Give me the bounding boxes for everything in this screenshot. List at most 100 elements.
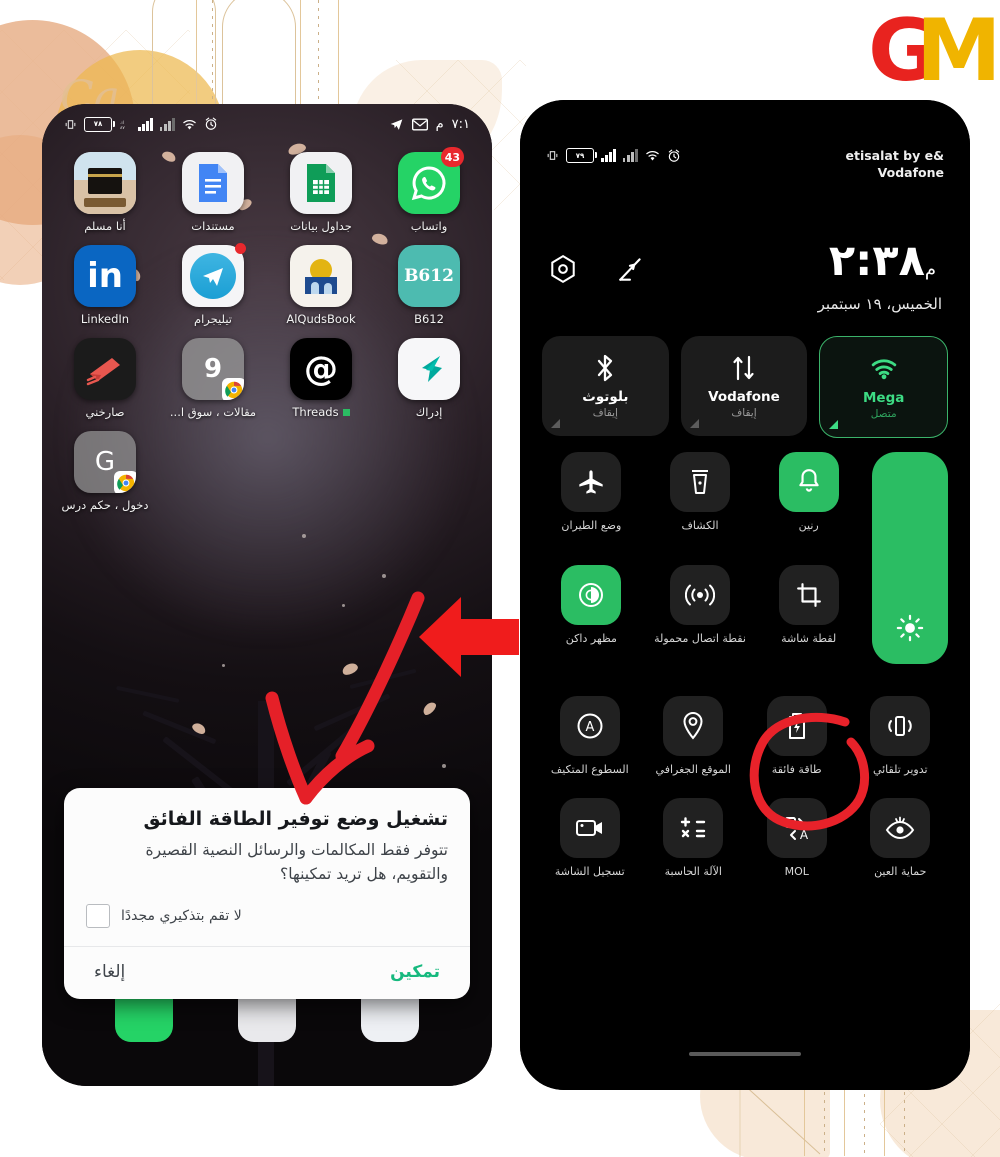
app-label: صارخني (85, 405, 125, 419)
hotspot-icon (670, 565, 731, 625)
tree-branch (286, 716, 367, 786)
app-docs[interactable]: مستندات (168, 152, 258, 233)
toggle-screen-record[interactable]: تسجيل الشاشة (542, 798, 638, 878)
toggle-label: لقطة شاشة (781, 632, 837, 645)
app-folder-g[interactable]: G دخول ، حكم درس (60, 431, 150, 512)
sim-icon: .ıl ٨٧ (120, 120, 125, 131)
toggle-label: السطوع المتكيف (550, 763, 629, 776)
toggle-calculator[interactable]: الآلة الحاسبة (646, 798, 742, 878)
gm-logo: G M (868, 8, 1000, 94)
edraak-icon (398, 338, 460, 400)
chrome-icon (222, 378, 244, 400)
app-label: Threads (292, 405, 350, 419)
tile-expand-corner[interactable] (550, 419, 560, 428)
home-indicator[interactable] (689, 1052, 801, 1056)
tile-expand-corner[interactable] (689, 419, 699, 428)
app-label: إدراك (415, 405, 443, 419)
app-folder-maqalat[interactable]: 9 مقالات ، سوق ا... (168, 338, 258, 419)
app-b612[interactable]: B612 B612 (384, 245, 474, 326)
toggle-label: MOL (784, 865, 809, 878)
toggle-flashlight[interactable]: الكشاف (651, 452, 750, 551)
dialog-actions: تمكين إلغاء (64, 947, 470, 999)
qs-date: الخميس، ١٩ سبتمبر (817, 295, 942, 313)
settings-gear-icon[interactable] (548, 254, 578, 284)
folder-icon: G (74, 431, 136, 493)
app-linkedin[interactable]: in LinkedIn (60, 245, 150, 326)
toggle-hotspot[interactable]: نقطة اتصال محمولة (651, 565, 750, 664)
left-status-time: ٧:١ (451, 116, 470, 132)
b612-icon: B612 (398, 245, 460, 307)
toggle-label: تدوير تلقائي (872, 763, 928, 776)
tile-state: متصل (870, 408, 897, 420)
app-edraak[interactable]: إدراك (384, 338, 474, 419)
megaphone-icon (74, 338, 136, 400)
folder-count: 9 (203, 354, 223, 384)
dont-remind-checkbox[interactable] (86, 904, 110, 929)
toggle-auto-rotate[interactable]: تدوير تلقائي (853, 696, 949, 776)
toggle-airplane[interactable]: وضع الطيران (542, 452, 641, 551)
svg-text:٨٧: ٨٧ (120, 126, 125, 131)
quick-settings-body: رنين الكشاف وضع الطيران لقطة شاشة نقطة ا… (542, 452, 948, 664)
app-threads[interactable]: @ Threads (276, 338, 366, 419)
app-whatsapp[interactable]: 43 واتساب (384, 147, 474, 233)
dialog-checkbox-row[interactable]: لا تقم بتذكيري مجددًا (64, 896, 470, 946)
telegram-notification-dot (235, 243, 246, 254)
tile-mega-wifi[interactable]: Mega متصل (819, 336, 948, 438)
brightness-slider[interactable] (872, 452, 948, 664)
toggle-eye-protection[interactable]: حماية العين (853, 798, 949, 878)
ultra-power-saving-dialog: تشغيل وضع توفير الطاقة الفائق تتوفر فقط … (64, 788, 470, 1000)
app-label: دخول ، حكم درس (61, 498, 149, 512)
linkedin-icon: in (74, 245, 136, 307)
toggle-label: مظهر داكن (565, 632, 617, 645)
app-sheets[interactable]: جداول بيانات (276, 152, 366, 233)
telegram-icon (390, 119, 402, 130)
screen-record-icon (559, 798, 620, 858)
wallpaper-speck (442, 764, 446, 768)
toggle-mol[interactable]: A MOL (749, 798, 845, 878)
mosque-icon (290, 245, 352, 307)
tile-state: إيقاف (731, 407, 757, 419)
dark-mode-icon (561, 565, 622, 625)
adaptive-brightness-icon: A (559, 696, 620, 756)
screenshot-crop-icon (778, 565, 839, 625)
toggle-ring[interactable]: رنين (759, 452, 858, 551)
app-muslim[interactable]: أنا مسلم (60, 152, 150, 233)
tree-branch (115, 685, 180, 704)
toggle-screenshot[interactable]: لقطة شاشة (759, 565, 858, 664)
qs-ampm: م (924, 259, 936, 280)
app-alqudsbook[interactable]: AlQudsBook (276, 245, 366, 326)
enable-button[interactable]: تمكين (390, 962, 440, 982)
alarm-icon (668, 149, 679, 162)
toggle-ultra-power-saving[interactable]: طاقة فائقة (749, 696, 845, 776)
svg-text:A: A (800, 828, 809, 842)
bell-icon (778, 452, 839, 512)
left-status-bar: ٧٨ .ıl ٨٧ م ٧:١ (42, 104, 492, 144)
eye-protection-icon (870, 798, 931, 858)
tile-bluetooth[interactable]: بلوتوث إيقاف (541, 336, 669, 436)
app-row: in LinkedIn تيليجرام AlQudsBook B612 B61… (60, 243, 474, 326)
app-telegram[interactable]: تيليجرام (168, 243, 258, 326)
toggle-label: تسجيل الشاشة (554, 865, 625, 878)
app-sarkhni[interactable]: صارخني (60, 338, 150, 419)
signal-bars-2-icon (159, 117, 175, 131)
location-pin-icon (663, 696, 724, 756)
clock-block: م٢:٣٨ الخميس، ١٩ سبتمبر (817, 240, 942, 314)
tile-mobile-data[interactable]: Vodafone إيقاف (680, 336, 808, 436)
toggle-location[interactable]: الموقع الجغرافي (646, 696, 742, 776)
tile-expand-corner[interactable] (829, 420, 839, 429)
toggle-label: الآلة الحاسبة (664, 865, 722, 878)
edit-pencil-icon[interactable] (616, 254, 646, 284)
airplane-icon (561, 452, 622, 512)
tile-name: بلوتوث (582, 389, 629, 405)
signal-bars-icon (601, 149, 616, 162)
app-row: أنا مسلم مستندات جداول بيانات 43 واتساب (60, 147, 474, 233)
wifi-icon (869, 354, 899, 384)
cancel-button[interactable]: إلغاء (94, 962, 125, 982)
wifi-icon (646, 151, 659, 161)
toggle-adaptive-brightness[interactable]: A السطوع المتكيف (542, 696, 638, 776)
toggle-label: الكشاف (681, 519, 719, 532)
signal-bars-2-icon (622, 149, 638, 162)
toggle-dark-mode[interactable]: مظهر داكن (542, 565, 641, 664)
chrome-icon (114, 471, 136, 493)
toggle-grid-top: رنين الكشاف وضع الطيران لقطة شاشة نقطة ا… (542, 452, 858, 664)
